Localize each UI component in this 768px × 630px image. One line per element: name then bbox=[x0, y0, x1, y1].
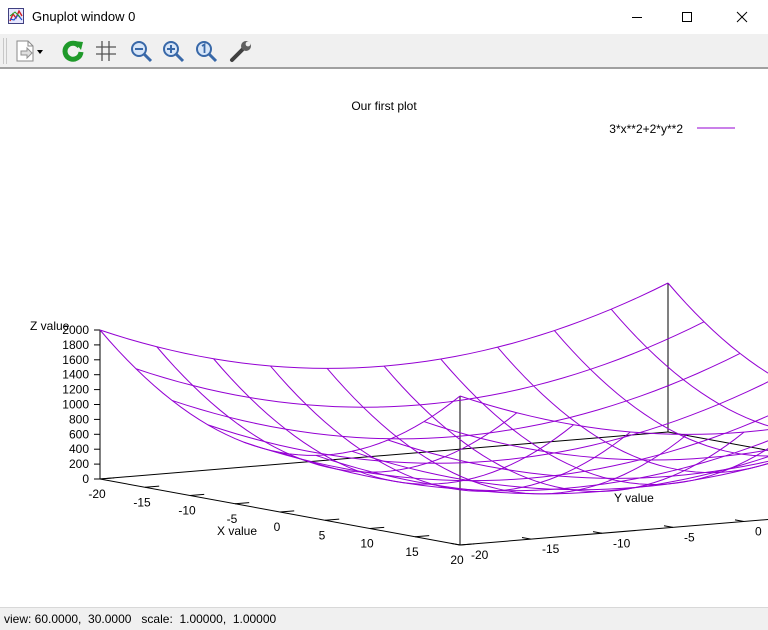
grid-button[interactable] bbox=[93, 38, 119, 64]
z-tick-label: 600 bbox=[69, 427, 89, 441]
y-tick-mark bbox=[592, 531, 603, 534]
x-tick-label: -20 bbox=[88, 487, 106, 501]
y-tick-label: -15 bbox=[542, 542, 560, 556]
surface-isoline-y bbox=[667, 282, 768, 374]
x-tick-mark bbox=[279, 510, 295, 513]
x-tick-mark bbox=[369, 526, 385, 529]
close-button[interactable] bbox=[719, 0, 765, 34]
surface-plot: Our first plot 3*x**2+2*y**2 Z value X v… bbox=[30, 99, 768, 567]
x-tick-label: 5 bbox=[319, 528, 326, 542]
surface-isoline-y bbox=[497, 346, 768, 474]
options-icon bbox=[230, 41, 251, 62]
minimize-button[interactable] bbox=[614, 0, 660, 34]
replot-button[interactable] bbox=[60, 38, 86, 64]
x-tick-mark bbox=[99, 477, 115, 480]
z-tick-label: 2000 bbox=[62, 323, 89, 337]
status-text: view: 60.0000, 30.0000 scale: 1.00000, 1… bbox=[4, 612, 277, 626]
z-tick-label: 1600 bbox=[62, 353, 89, 367]
x-tick-label: 10 bbox=[360, 537, 374, 551]
zoom-previous-icon bbox=[131, 41, 153, 63]
x-tick-label: -10 bbox=[178, 504, 196, 518]
z-tick-label: 1200 bbox=[62, 383, 89, 397]
z-tick-label: 400 bbox=[69, 442, 89, 456]
y-tick-mark bbox=[521, 536, 532, 540]
z-tick-label: 800 bbox=[69, 412, 89, 426]
surface-isoline-y bbox=[440, 358, 768, 485]
x-tick-mark bbox=[459, 543, 475, 546]
zoom-next-icon bbox=[163, 41, 185, 63]
y-tick-label: -20 bbox=[471, 548, 489, 562]
x-tick-label: 15 bbox=[405, 545, 419, 559]
surface-isoline-y bbox=[554, 330, 768, 457]
autoscale-icon bbox=[196, 41, 218, 63]
toolbar bbox=[0, 34, 768, 69]
close-icon bbox=[736, 11, 748, 23]
surface-isoline-y bbox=[326, 368, 688, 495]
maximize-button[interactable] bbox=[664, 0, 710, 34]
y-tick-mark bbox=[663, 525, 674, 528]
z-tick-label: 1000 bbox=[62, 398, 89, 412]
surface-isoline-x bbox=[171, 352, 741, 440]
chart-title: Our first plot bbox=[351, 99, 417, 113]
grid-icon bbox=[96, 41, 116, 61]
z-tick-label: 1400 bbox=[62, 368, 89, 382]
surface-isoline-x bbox=[423, 421, 768, 461]
gnuplot-app-icon bbox=[8, 8, 24, 24]
plot-area: Our first plot 3*x**2+2*y**2 Z value X v… bbox=[0, 69, 768, 607]
surface-isoline-y bbox=[99, 329, 461, 456]
x-tick-label: -5 bbox=[227, 512, 238, 526]
x-tick-label: -15 bbox=[133, 495, 151, 509]
x-tick-mark bbox=[414, 535, 430, 538]
x-tick-mark bbox=[189, 493, 205, 496]
maximize-icon bbox=[682, 12, 692, 22]
export-icon bbox=[16, 40, 43, 62]
z-tick-label: 0 bbox=[82, 472, 89, 486]
zoom-next-button[interactable] bbox=[160, 38, 186, 64]
x-tick-mark bbox=[234, 502, 250, 505]
surface-isoline-x bbox=[99, 282, 669, 369]
export-button[interactable] bbox=[12, 38, 46, 64]
window-title: Gnuplot window 0 bbox=[32, 9, 136, 24]
y-tick-label: -5 bbox=[684, 530, 695, 544]
options-button[interactable] bbox=[228, 38, 254, 64]
y-axis-label: Y value bbox=[614, 491, 654, 505]
title-bar: Gnuplot window 0 bbox=[0, 0, 768, 34]
replot-icon bbox=[62, 40, 84, 62]
minimize-icon bbox=[632, 17, 642, 18]
z-tick-label: 1800 bbox=[62, 338, 89, 352]
x-tick-label: 0 bbox=[274, 520, 281, 534]
legend-entry: 3*x**2+2*y**2 bbox=[609, 122, 683, 136]
z-tick-label: 200 bbox=[69, 457, 89, 471]
x-tick-mark bbox=[324, 518, 340, 521]
x-tick-label: 20 bbox=[450, 553, 464, 567]
y-tick-label: 0 bbox=[755, 525, 762, 539]
y-tick-mark bbox=[450, 542, 461, 546]
zoom-previous-button[interactable] bbox=[128, 38, 154, 64]
y-tick-label: -10 bbox=[613, 536, 631, 550]
y-tick-mark bbox=[734, 519, 745, 522]
toolbar-grip[interactable] bbox=[3, 38, 7, 64]
autoscale-button[interactable] bbox=[193, 38, 219, 64]
status-bar: view: 60.0000, 30.0000 scale: 1.00000, 1… bbox=[0, 607, 768, 630]
x-axis-label: X value bbox=[217, 524, 257, 538]
surface-isoline-x bbox=[387, 439, 768, 479]
x-tick-mark bbox=[144, 485, 160, 488]
